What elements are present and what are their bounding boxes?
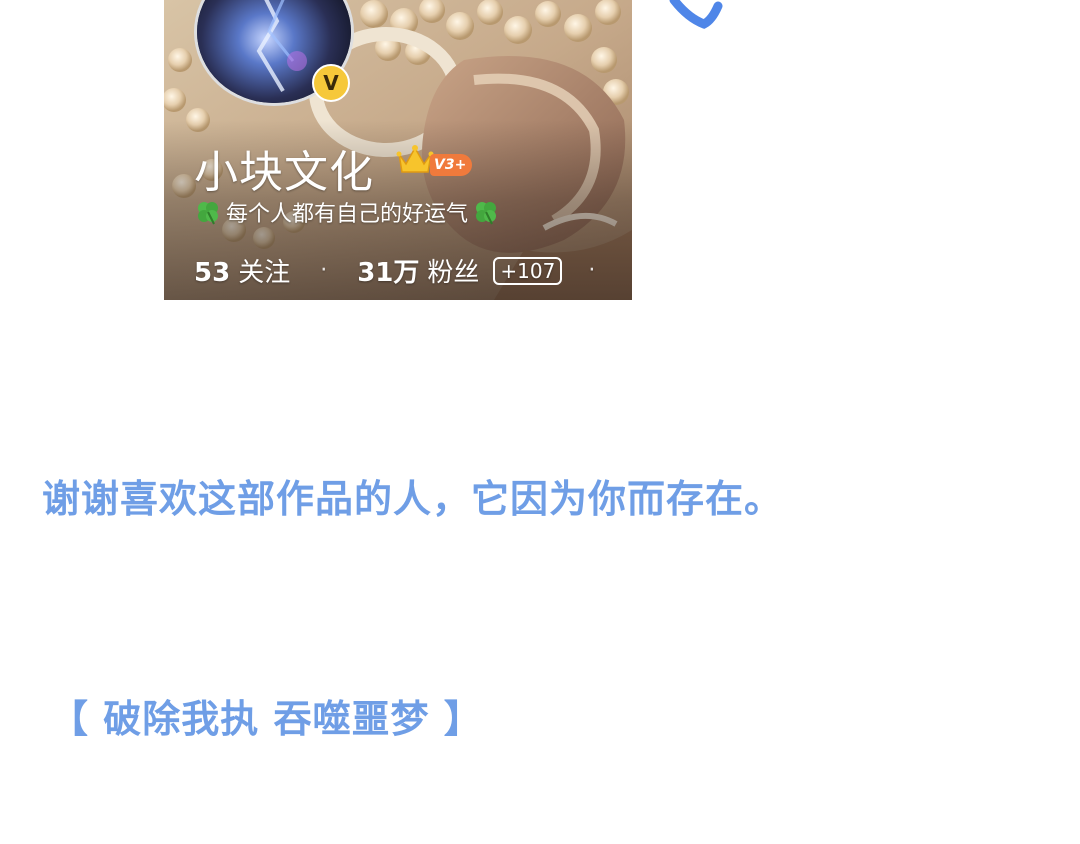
following-count: 53 [194, 258, 231, 288]
fans-label: 粉丝 [427, 258, 480, 288]
four-leaf-clover-icon [198, 202, 218, 225]
following-stat[interactable]: 53 关注 [194, 252, 290, 289]
profile-stats: 53 关注 · 31万 粉丝 +107 · [194, 252, 595, 289]
thanks-caption: 谢谢喜欢这部作品的人，它因为你而存在。 [42, 477, 784, 521]
profile-bio: 每个人都有自己的好运气 [194, 196, 500, 228]
fans-count: 31万 [357, 258, 420, 288]
stat-separator: · [588, 258, 596, 283]
profile-card[interactable]: V 小块文化 V3+ 每个人都有自己的好运气 53 关注 · 31万 粉丝 +1… [164, 0, 632, 300]
arrow-scribble-icon [669, 0, 723, 29]
fans-delta-badge: +107 [493, 256, 563, 285]
four-leaf-clover-icon [476, 202, 497, 225]
fans-stat[interactable]: 31万 粉丝 [357, 252, 479, 289]
level-badge: V3+ [430, 154, 473, 176]
bio-text: 每个人都有自己的好运气 [226, 202, 469, 227]
crown-icon [396, 145, 434, 173]
following-label: 关注 [238, 258, 291, 288]
stat-separator: · [320, 258, 328, 283]
verified-v-icon: V [312, 64, 350, 102]
page: V 小块文化 V3+ 每个人都有自己的好运气 53 关注 · 31万 粉丝 +1… [0, 0, 1080, 844]
slogan-caption: 【 破除我执 吞噬噩梦 】 [50, 697, 483, 741]
username: 小块文化 [194, 147, 374, 198]
